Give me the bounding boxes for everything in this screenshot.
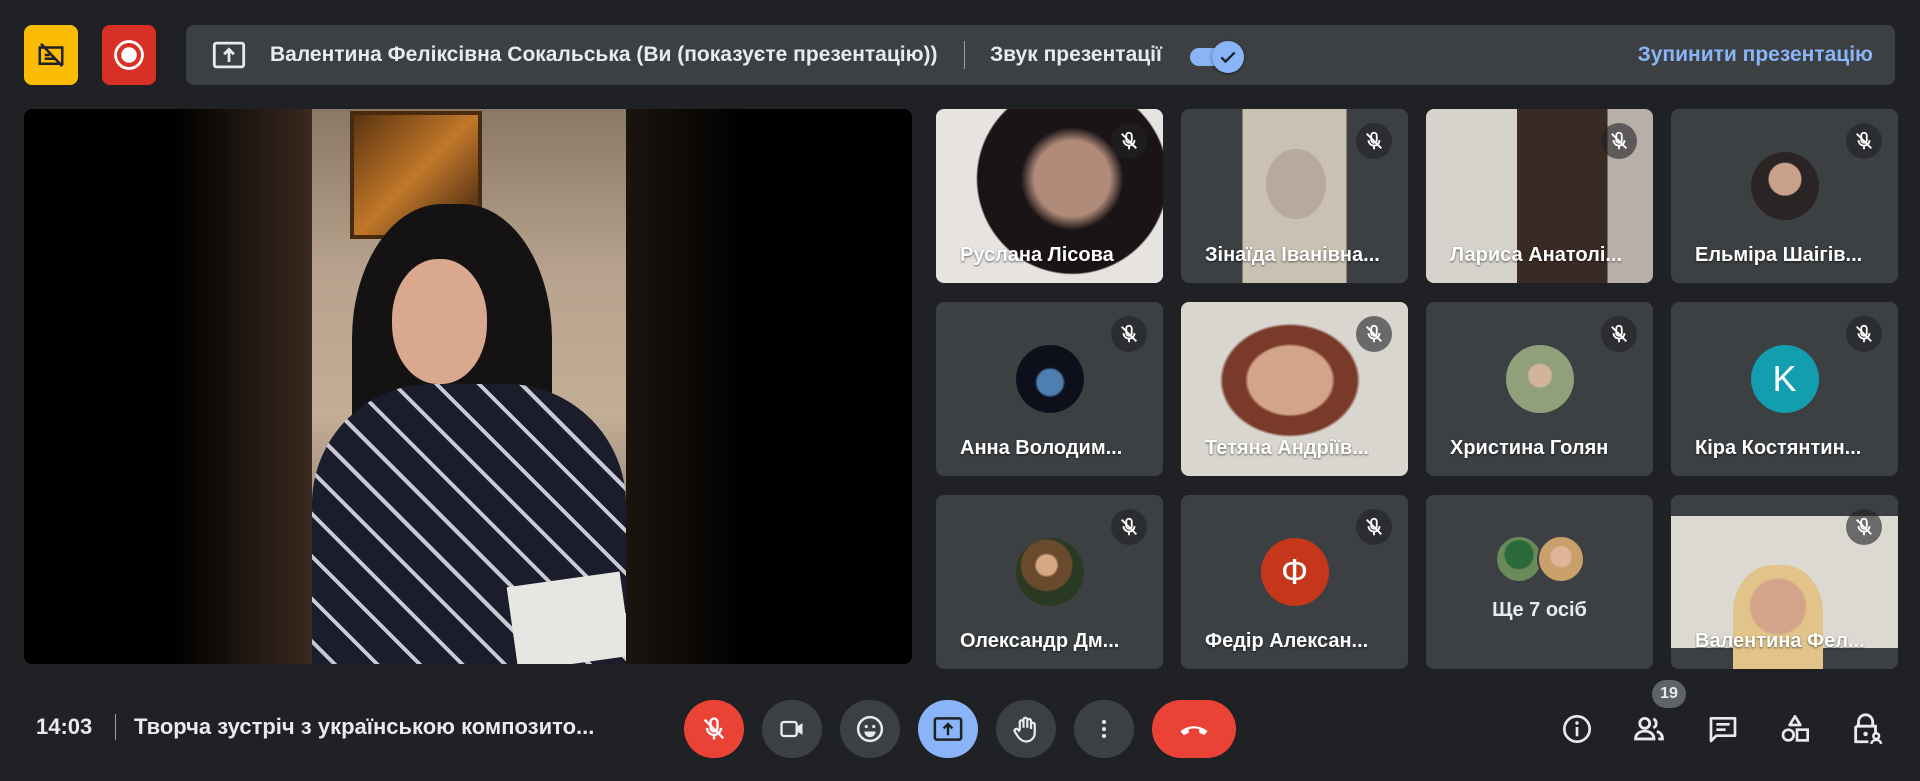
more-options-button[interactable]: [1074, 700, 1134, 758]
mic-off-icon: [1846, 509, 1882, 545]
participant-face: [1266, 149, 1326, 219]
toggle-knob: [1212, 41, 1244, 73]
mic-off-icon: [1601, 123, 1637, 159]
bottom-control-bar: 14:03 Творча зустріч з українською компо…: [0, 680, 1920, 781]
more-participants-avatars: [1494, 535, 1585, 583]
activities-shapes-icon: [1781, 715, 1809, 742]
more-participants-tile[interactable]: Ще 7 осіб: [1426, 495, 1653, 669]
participant-name: Валентина Фел...: [1695, 630, 1865, 652]
mic-off-icon: [1356, 123, 1392, 159]
participant-name: Федір Алексан...: [1205, 630, 1369, 652]
participant-tile[interactable]: Лариса Анатолі...: [1426, 109, 1653, 283]
presentation-audio-label: Звук презентації: [990, 43, 1162, 66]
present-now-button[interactable]: [918, 700, 978, 758]
mic-off-icon: [1846, 123, 1882, 159]
sheet-of-paper: [506, 571, 632, 664]
participant-name: Зінаїда Іванівна...: [1205, 244, 1380, 266]
mic-toggle-button[interactable]: [684, 700, 744, 758]
participant-tile[interactable]: Валентина Фел...: [1671, 495, 1898, 669]
activities-button[interactable]: [1774, 708, 1816, 750]
participant-name: Олександр Дм...: [960, 630, 1120, 652]
emoji-icon: [856, 715, 884, 743]
speaker-video-frame: [312, 109, 632, 664]
mic-off-icon: [1846, 316, 1882, 352]
host-controls-button[interactable]: [1846, 708, 1888, 750]
people-button[interactable]: [1628, 708, 1670, 750]
banner-divider: [964, 41, 965, 69]
participant-tile[interactable]: Олександр Дм...: [936, 495, 1163, 669]
raise-hand-button[interactable]: [996, 700, 1056, 758]
participant-avatar: [1750, 152, 1819, 220]
camera-toggle-button[interactable]: [762, 700, 822, 758]
participant-name: Руслана Лісова: [960, 244, 1114, 266]
present-screen-icon: [933, 717, 963, 741]
people-icon: [1634, 716, 1664, 741]
participant-tile[interactable]: Ф Федір Алексан...: [1181, 495, 1408, 669]
mic-off-icon: [1356, 316, 1392, 352]
participant-tile[interactable]: Тетяна Андріїв...: [1181, 302, 1408, 476]
stop-presenting-button[interactable]: Зупинити презентацію: [1638, 43, 1873, 67]
info-icon: [1563, 715, 1591, 743]
participant-count-badge: 19: [1652, 680, 1686, 708]
participant-name: Ельміра Шаігів...: [1695, 244, 1863, 266]
participant-avatar: K: [1750, 345, 1819, 413]
check-icon: [1220, 51, 1236, 64]
small-avatar: [1494, 535, 1543, 583]
participant-tile[interactable]: Ельміра Шаігів...: [1671, 109, 1898, 283]
more-participants-label: Ще 7 осіб: [1492, 599, 1587, 621]
mic-off-icon: [1111, 509, 1147, 545]
mic-off-icon: [1111, 316, 1147, 352]
participant-avatar: [1015, 538, 1084, 606]
participant-tile[interactable]: Руслана Лісова: [936, 109, 1163, 283]
presentation-audio-toggle[interactable]: [1188, 41, 1244, 73]
end-call-icon: [1180, 726, 1208, 736]
main-speaker-video[interactable]: [24, 109, 912, 664]
record-icon: [114, 40, 144, 70]
participant-tile[interactable]: K Кіра Костянтин...: [1671, 302, 1898, 476]
participant-avatar: Ф: [1260, 538, 1329, 606]
present-screen-icon: [212, 41, 246, 69]
mic-off-icon: [1601, 316, 1637, 352]
participant-name: Тетяна Андріїв...: [1205, 437, 1369, 459]
reactions-button[interactable]: [840, 700, 900, 758]
leave-call-button[interactable]: [1152, 700, 1236, 758]
mic-off-icon: [1111, 123, 1147, 159]
participant-name: Христина Голян: [1450, 437, 1609, 459]
meeting-title[interactable]: Творча зустріч з українською композито..…: [134, 714, 594, 740]
hand-icon: [1013, 716, 1036, 743]
more-vert-icon: [1102, 720, 1106, 738]
mic-off-icon: [703, 717, 725, 740]
bottom-divider: [115, 714, 116, 740]
chat-button[interactable]: [1702, 708, 1744, 750]
participant-name: Лариса Анатолі...: [1450, 244, 1623, 266]
lock-person-icon: [1854, 713, 1883, 745]
participant-tile[interactable]: Анна Володим...: [936, 302, 1163, 476]
small-avatar: [1536, 535, 1585, 583]
meeting-clock: 14:03: [36, 714, 93, 739]
presenter-status-text: Валентина Феліксівна Сокальська (Ви (пок…: [270, 43, 938, 66]
participant-face: [1733, 565, 1823, 669]
participant-name: Кіра Костянтин...: [1695, 437, 1862, 459]
mic-off-icon: [1356, 509, 1392, 545]
participant-tile[interactable]: Зінаїда Іванівна...: [1181, 109, 1408, 283]
meeting-details-button[interactable]: [1556, 708, 1598, 750]
speaker-face: [392, 259, 487, 384]
captions-off-indicator[interactable]: [24, 25, 78, 85]
participant-tile[interactable]: Христина Голян: [1426, 302, 1653, 476]
participant-name: Анна Володим...: [960, 437, 1123, 459]
video-letterbox-left: [174, 109, 312, 664]
recording-indicator[interactable]: [102, 25, 156, 85]
participant-grid: Руслана Лісова Зінаїда Іванівна... Ларис…: [936, 109, 1898, 669]
participant-avatar: [1505, 345, 1574, 413]
camera-icon: [780, 720, 803, 738]
participant-avatar: [1015, 345, 1084, 413]
video-letterbox-right: [626, 109, 746, 664]
chat-icon: [1709, 717, 1737, 743]
no-captions-icon: [38, 42, 64, 68]
presentation-banner: Валентина Феліксівна Сокальська (Ви (пок…: [186, 25, 1895, 85]
top-bar: Валентина Феліксівна Сокальська (Ви (пок…: [0, 0, 1920, 110]
